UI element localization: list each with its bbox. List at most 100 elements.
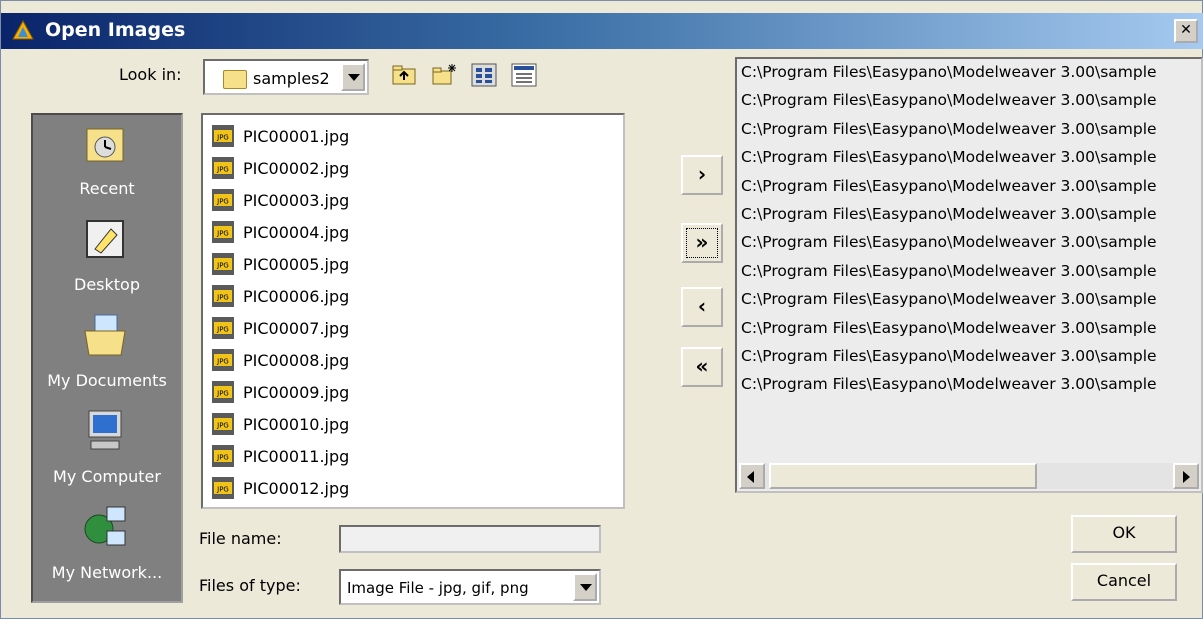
close-button[interactable]: ✕ <box>1174 19 1198 43</box>
scroll-thumb[interactable] <box>769 463 1037 489</box>
title-bar[interactable]: Open Images ✕ <box>1 13 1203 49</box>
file-name: PIC00008.jpg <box>243 350 350 370</box>
jpg-file-icon: JPG <box>212 189 234 211</box>
selected-path-item[interactable]: C:\Program Files\Easypano\Modelweaver 3.… <box>741 205 1157 223</box>
svg-text:JPG: JPG <box>216 294 229 302</box>
recent-icon <box>86 128 124 162</box>
jpg-file-icon: JPG <box>212 157 234 179</box>
file-type-value: Image File - jpg, gif, png <box>347 579 529 597</box>
file-item[interactable]: JPG PIC00004.jpg <box>211 217 349 247</box>
jpg-file-icon: JPG <box>212 477 234 499</box>
place-my-computer[interactable]: My Computer <box>33 407 181 503</box>
my-network-icon <box>84 506 126 546</box>
selected-path-item[interactable]: C:\Program Files\Easypano\Modelweaver 3.… <box>741 120 1157 138</box>
file-item[interactable]: JPG PIC00007.jpg <box>211 313 349 343</box>
look-in-dropdown[interactable]: samples2 <box>203 59 369 95</box>
selected-path-item[interactable]: C:\Program Files\Easypano\Modelweaver 3.… <box>741 148 1157 166</box>
places-bar: Recent Desktop My Documents My Computer <box>31 113 183 603</box>
selected-path-item[interactable]: C:\Program Files\Easypano\Modelweaver 3.… <box>741 91 1157 109</box>
svg-text:JPG: JPG <box>216 198 229 206</box>
chevron-down-icon[interactable] <box>341 63 365 91</box>
file-name: PIC00007.jpg <box>243 318 350 338</box>
add-button[interactable]: › <box>681 155 723 195</box>
jpg-file-icon: JPG <box>212 253 234 275</box>
file-item[interactable]: JPG PIC00005.jpg <box>211 249 349 279</box>
file-item[interactable]: JPG PIC00006.jpg <box>211 281 349 311</box>
open-images-dialog: Open Images ✕ Look in: samples2 Recent D… <box>0 0 1203 619</box>
file-name: PIC00012.jpg <box>243 478 350 498</box>
remove-all-button[interactable]: « <box>681 347 723 387</box>
svg-text:JPG: JPG <box>216 166 229 174</box>
jpg-file-icon: JPG <box>212 125 234 147</box>
place-desktop[interactable]: Desktop <box>33 215 181 311</box>
svg-text:JPG: JPG <box>216 454 229 462</box>
details-view-icon[interactable] <box>511 63 537 87</box>
selected-path-item[interactable]: C:\Program Files\Easypano\Modelweaver 3.… <box>741 375 1157 393</box>
file-item[interactable]: JPG PIC00002.jpg <box>211 153 349 183</box>
place-my-network[interactable]: My Network... <box>33 503 181 599</box>
file-item[interactable]: JPG PIC00003.jpg <box>211 185 349 215</box>
svg-text:JPG: JPG <box>216 422 229 430</box>
file-item[interactable]: JPG PIC00011.jpg <box>211 441 349 471</box>
jpg-file-icon: JPG <box>212 221 234 243</box>
selected-path-item[interactable]: C:\Program Files\Easypano\Modelweaver 3.… <box>741 177 1157 195</box>
file-item[interactable]: JPG PIC00010.jpg <box>211 409 349 439</box>
file-name: PIC00004.jpg <box>243 222 350 242</box>
svg-text:JPG: JPG <box>216 486 229 494</box>
my-documents-icon <box>84 314 126 356</box>
horizontal-scrollbar[interactable] <box>739 463 1199 489</box>
file-type-dropdown[interactable]: Image File - jpg, gif, png <box>339 569 601 605</box>
selected-path-item[interactable]: C:\Program Files\Easypano\Modelweaver 3.… <box>741 290 1157 308</box>
up-folder-icon[interactable] <box>391 63 417 87</box>
my-computer-icon <box>88 410 122 450</box>
file-item[interactable]: JPG PIC00001.jpg <box>211 121 349 151</box>
remove-button[interactable]: ‹ <box>681 287 723 327</box>
svg-text:JPG: JPG <box>216 262 229 270</box>
file-list[interactable]: JPG PIC00001.jpg JPG PIC00002.jpg JPG PIC0000… <box>201 113 625 509</box>
file-name: PIC00005.jpg <box>243 254 350 274</box>
file-type-label: Files of type: <box>199 576 301 595</box>
selected-path-item[interactable]: C:\Program Files\Easypano\Modelweaver 3.… <box>741 262 1157 280</box>
file-name: PIC00006.jpg <box>243 286 350 306</box>
selected-path-item[interactable]: C:\Program Files\Easypano\Modelweaver 3.… <box>741 63 1157 81</box>
selected-path-item[interactable]: C:\Program Files\Easypano\Modelweaver 3.… <box>741 319 1157 337</box>
desktop-icon <box>86 220 124 258</box>
scroll-left-icon[interactable] <box>739 463 765 489</box>
window-title: Open Images <box>45 19 186 41</box>
place-label: My Computer <box>53 467 161 486</box>
place-label: Recent <box>79 179 135 198</box>
look-in-value: samples2 <box>253 69 330 88</box>
place-my-documents[interactable]: My Documents <box>33 311 181 407</box>
svg-text:JPG: JPG <box>216 134 229 142</box>
list-view-icon[interactable] <box>471 63 497 87</box>
file-item[interactable]: JPG PIC00009.jpg <box>211 377 349 407</box>
close-icon: ✕ <box>1180 22 1192 38</box>
look-in-label: Look in: <box>119 65 182 84</box>
selected-path-item[interactable]: C:\Program Files\Easypano\Modelweaver 3.… <box>741 347 1157 365</box>
file-name: PIC00009.jpg <box>243 382 350 402</box>
jpg-file-icon: JPG <box>212 349 234 371</box>
jpg-file-icon: JPG <box>212 285 234 307</box>
place-recent[interactable]: Recent <box>33 119 181 215</box>
chevron-down-icon[interactable] <box>573 573 597 601</box>
jpg-file-icon: JPG <box>212 445 234 467</box>
new-folder-icon[interactable] <box>431 63 457 87</box>
selected-path-item[interactable]: C:\Program Files\Easypano\Modelweaver 3.… <box>741 233 1157 251</box>
place-label: My Network... <box>51 563 163 582</box>
file-name-label: File name: <box>199 529 282 548</box>
file-name-input[interactable] <box>339 525 601 553</box>
svg-text:JPG: JPG <box>216 230 229 238</box>
file-name: PIC00011.jpg <box>243 446 350 466</box>
scroll-right-icon[interactable] <box>1173 463 1199 489</box>
place-label: My Documents <box>47 371 167 390</box>
folder-icon <box>223 70 247 89</box>
file-item[interactable]: JPG PIC00008.jpg <box>211 345 349 375</box>
file-item[interactable]: JPG PIC00012.jpg <box>211 473 349 503</box>
cancel-button[interactable]: Cancel <box>1071 563 1177 601</box>
ok-button[interactable]: OK <box>1071 515 1177 553</box>
selected-files-list[interactable]: C:\Program Files\Easypano\Modelweaver 3.… <box>735 57 1203 493</box>
add-all-button[interactable]: » <box>681 223 723 263</box>
app-icon <box>12 19 34 40</box>
jpg-file-icon: JPG <box>212 413 234 435</box>
file-name: PIC00003.jpg <box>243 190 350 210</box>
